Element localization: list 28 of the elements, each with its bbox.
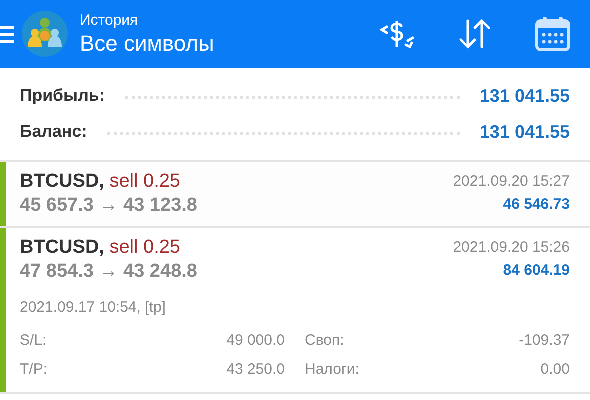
summary-value: 131 041.55: [480, 86, 570, 106]
deal-symbol: BTCUSD, sell 0.25: [20, 170, 182, 194]
field-label: S/L:: [20, 331, 47, 351]
screen-subtitle: История: [80, 10, 140, 30]
field-label: Налоги:: [305, 360, 360, 380]
field-value: -109.37: [519, 331, 570, 351]
field-label: T/P:: [20, 360, 48, 380]
summary-label: Прибыль:: [20, 86, 105, 106]
deal-time: 2021.09.20 15:27: [453, 172, 570, 192]
calendar-icon[interactable]: [534, 15, 572, 53]
summary-value: 131 041.55: [480, 122, 570, 142]
field-value: 43 250.0: [226, 360, 285, 380]
deal-time: 2021.09.20 15:26: [453, 238, 570, 258]
screen-title: Все символы: [80, 30, 216, 58]
menu-icon[interactable]: [0, 25, 14, 43]
deal-card[interactable]: BTCUSD, sell 0.25 45 657.3 → 43 123.8 2021.09.20 15:27 46 546.73: [0, 162, 590, 228]
deal-prices: 45 657.3 → 43 123.8: [20, 194, 198, 218]
app-logo-icon: [22, 11, 68, 57]
field-label: Своп:: [305, 331, 344, 351]
deal-profit: 46 546.73: [503, 195, 570, 215]
field-value: 49 000.0: [226, 331, 285, 351]
deal-prices: 47 854.3 → 43 248.8: [20, 260, 198, 284]
deal-symbol: BTCUSD, sell 0.25: [20, 236, 182, 260]
deal-card[interactable]: BTCUSD, sell 0.25 47 854.3 → 43 248.8 2021.09.20 15:26 84 604.19 2021.09.17 10:54, [tp] S/L: 49 000.0 Своп: -109.37 T/P: 43 250.0 Налоги: 0.00: [0, 228, 590, 394]
open-time: 2021.09.17 10:54, [tp]: [20, 298, 167, 318]
deal-profit: 84 604.19: [503, 261, 570, 281]
field-value: 0.00: [540, 360, 570, 380]
summary-label: Баланс:: [20, 122, 88, 142]
